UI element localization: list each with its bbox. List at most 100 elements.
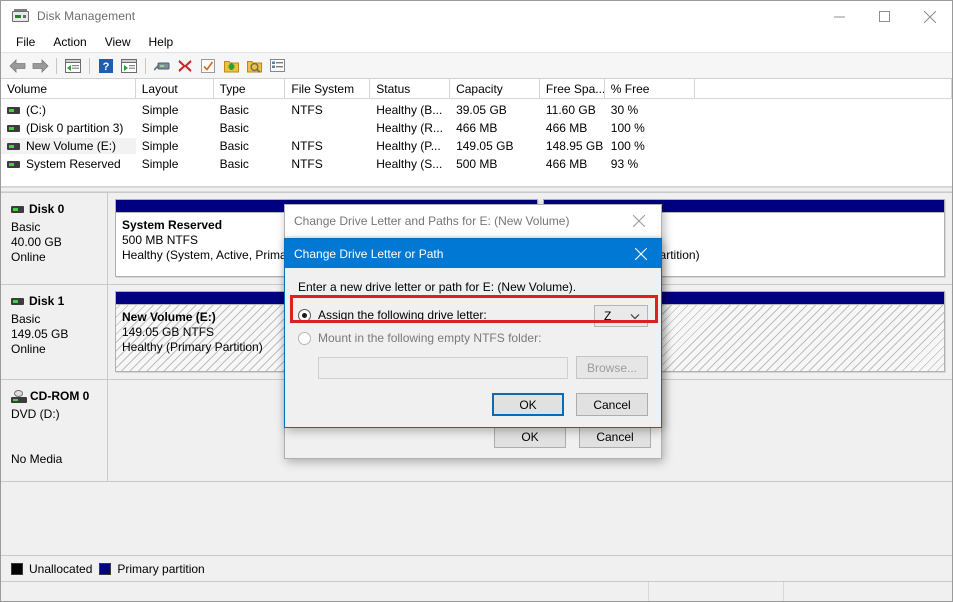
inner-cancel-button[interactable]: Cancel: [576, 393, 648, 416]
disk-title: Disk 0: [11, 202, 107, 217]
column-header-free[interactable]: % Free: [605, 79, 695, 98]
legend-item: Primary partition: [99, 562, 204, 576]
volume-list[interactable]: VolumeLayoutTypeFile SystemStatusCapacit…: [1, 79, 952, 187]
disk-status: Online: [11, 250, 107, 265]
table-row[interactable]: System ReservedSimpleBasicNTFSHealthy (S…: [1, 155, 952, 173]
outer-ok-button[interactable]: OK: [494, 425, 566, 448]
window-controls: [817, 1, 952, 32]
column-header-free-spa[interactable]: Free Spa...: [540, 79, 605, 98]
toolbar-separator: [89, 58, 90, 74]
disk-info-panel[interactable]: Disk 1Basic149.05 GBOnline: [1, 285, 108, 379]
close-icon[interactable]: [621, 239, 661, 268]
cell-free-spa: 466 MB: [540, 120, 605, 136]
up-one-level-icon[interactable]: [62, 55, 84, 77]
close-icon[interactable]: [907, 1, 952, 32]
cell-status: Healthy (B...: [370, 102, 450, 118]
disk-size: 149.05 GB: [11, 327, 107, 342]
assign-drive-letter-row[interactable]: Assign the following drive letter: Z: [298, 305, 648, 325]
svg-text:?: ?: [103, 61, 110, 73]
column-header-layout[interactable]: Layout: [136, 79, 214, 98]
column-header-type[interactable]: Type: [214, 79, 286, 98]
close-icon[interactable]: [617, 205, 661, 236]
properties-icon[interactable]: [151, 55, 173, 77]
forward-icon[interactable]: [29, 55, 51, 77]
menu-bar: File Action View Help: [1, 32, 952, 53]
cell-volume: New Volume (E:): [1, 138, 136, 154]
cell-type: Basic: [214, 138, 286, 154]
cell-file-system: NTFS: [285, 138, 370, 154]
disk-status: Online: [11, 342, 107, 357]
volume-name: New Volume (E:): [26, 138, 116, 154]
minimize-icon[interactable]: [817, 1, 862, 32]
drive-letter-select[interactable]: Z: [594, 305, 648, 327]
legend-swatch: [11, 563, 23, 575]
volume-name: (Disk 0 partition 3): [26, 120, 123, 136]
toolbar-separator: [56, 58, 57, 74]
cell-volume: (C:): [1, 102, 136, 118]
volume-icon: [7, 107, 20, 114]
mount-folder-path-input[interactable]: [318, 357, 568, 379]
chevron-down-icon: [630, 307, 640, 325]
mount-folder-label: Mount in the following empty NTFS folder…: [318, 331, 541, 346]
disk-info-panel[interactable]: Disk 0Basic40.00 GBOnline: [1, 193, 108, 284]
cell-free: 93 %: [605, 156, 695, 172]
menu-item-help[interactable]: Help: [140, 33, 183, 51]
disk-size: [11, 422, 107, 437]
legend-swatch: [99, 563, 111, 575]
disk-name: Disk 1: [29, 294, 64, 309]
volume-list-rows: (C:)SimpleBasicNTFSHealthy (B...39.05 GB…: [1, 99, 952, 173]
disk-title: Disk 1: [11, 294, 107, 309]
status-pane: [649, 582, 784, 601]
disk-icon: [11, 206, 24, 213]
disk-management-window: Disk Management File Action View Help: [0, 0, 953, 602]
cell-capacity: 149.05 GB: [450, 138, 540, 154]
show-action-pane-icon[interactable]: [118, 55, 140, 77]
cell-layout: Simple: [136, 120, 214, 136]
table-row[interactable]: New Volume (E:)SimpleBasicNTFSHealthy (P…: [1, 137, 952, 155]
dialog-prompt: Enter a new drive letter or path for E: …: [298, 280, 648, 295]
mount-folder-path-row: Browse...: [298, 356, 648, 379]
column-header-capacity[interactable]: Capacity: [450, 79, 540, 98]
title-bar: Disk Management: [1, 1, 952, 32]
inner-dialog-body: Enter a new drive letter or path for E: …: [285, 268, 661, 427]
legend: Unallocated Primary partition: [1, 555, 952, 581]
check-icon[interactable]: [197, 55, 219, 77]
table-row[interactable]: (Disk 0 partition 3)SimpleBasicHealthy (…: [1, 119, 952, 137]
maximize-icon[interactable]: [862, 1, 907, 32]
toolbar-separator: [145, 58, 146, 74]
export-icon[interactable]: [220, 55, 242, 77]
drive-letter-value: Z: [604, 309, 611, 323]
inner-ok-button[interactable]: OK: [492, 393, 564, 416]
cell-capacity: 39.05 GB: [450, 102, 540, 118]
cell-file-system: NTFS: [285, 156, 370, 172]
mount-folder-radio[interactable]: [298, 332, 311, 345]
menu-item-action[interactable]: Action: [44, 33, 95, 51]
column-header-volume[interactable]: Volume: [1, 79, 136, 98]
volume-name: System Reserved: [26, 156, 121, 172]
cell-capacity: 500 MB: [450, 156, 540, 172]
help-icon[interactable]: ?: [95, 55, 117, 77]
cell-free-spa: 466 MB: [540, 156, 605, 172]
column-header-status[interactable]: Status: [370, 79, 450, 98]
disk-info-panel[interactable]: CD-ROM 0DVD (D:)No Media: [1, 380, 108, 481]
delete-icon[interactable]: [174, 55, 196, 77]
back-icon[interactable]: [6, 55, 28, 77]
volume-icon: [7, 125, 20, 132]
assign-drive-letter-radio[interactable]: [298, 309, 311, 322]
legend-label: Unallocated: [29, 562, 92, 576]
column-header-file-system[interactable]: File System: [285, 79, 370, 98]
browse-button[interactable]: Browse...: [576, 356, 648, 379]
outer-cancel-button[interactable]: Cancel: [579, 425, 651, 448]
volume-list-header: VolumeLayoutTypeFile SystemStatusCapacit…: [1, 79, 952, 99]
cell-file-system: NTFS: [285, 102, 370, 118]
mount-folder-row[interactable]: Mount in the following empty NTFS folder…: [298, 328, 648, 348]
cell-layout: Simple: [136, 102, 214, 118]
cell-type: Basic: [214, 156, 286, 172]
cell-type: Basic: [214, 102, 286, 118]
table-row[interactable]: (C:)SimpleBasicNTFSHealthy (B...39.05 GB…: [1, 101, 952, 119]
menu-item-view[interactable]: View: [96, 33, 140, 51]
search-folder-icon[interactable]: [243, 55, 265, 77]
column-header-blank[interactable]: [695, 79, 952, 98]
list-view-icon[interactable]: [266, 55, 288, 77]
menu-item-file[interactable]: File: [7, 33, 44, 51]
